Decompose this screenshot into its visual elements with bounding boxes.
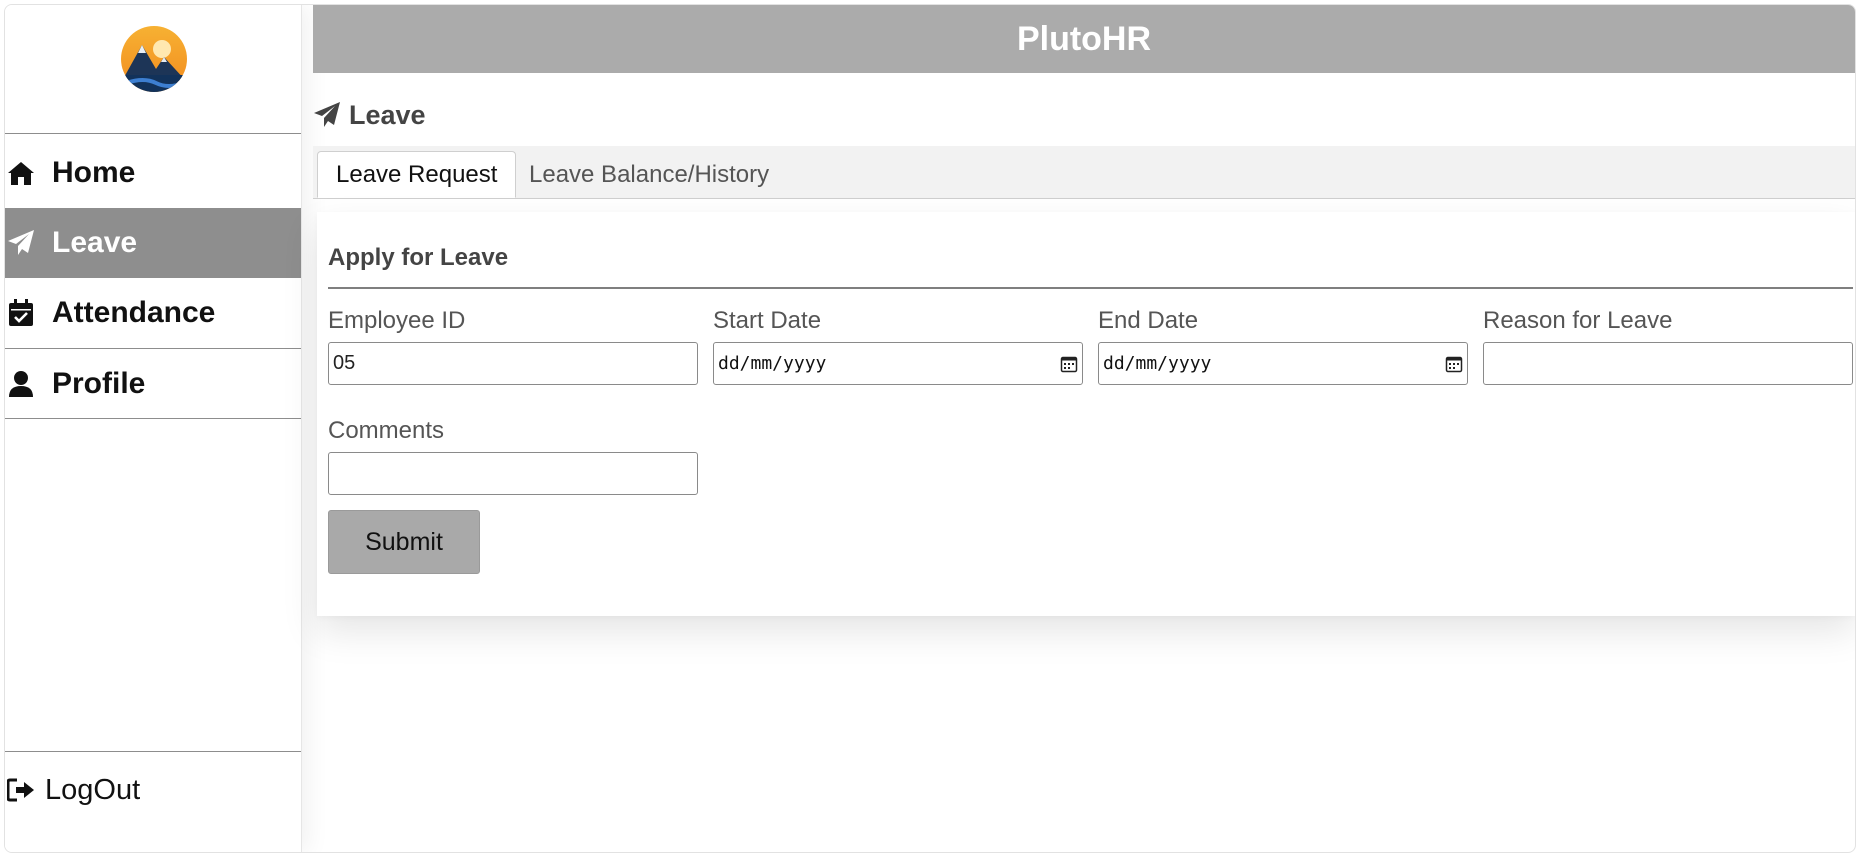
start-date-input[interactable]: dd/mm/yyyy	[713, 342, 1083, 385]
nav-divider	[5, 751, 301, 752]
user-icon	[7, 370, 35, 398]
sidebar-item-label: Profile	[52, 367, 146, 400]
tab-bar: Leave Request Leave Balance/History	[313, 146, 1855, 199]
app-title: PlutoHR	[1016, 19, 1152, 58]
tab-leave-balance-history[interactable]: Leave Balance/History	[529, 151, 769, 198]
calendar-icon[interactable]	[1445, 355, 1463, 373]
sign-out-icon	[7, 778, 35, 802]
sidebar-item-home[interactable]: Home	[5, 138, 301, 208]
comments-input[interactable]	[328, 452, 698, 495]
page-title: Leave	[313, 97, 426, 133]
sidebar: Home Leave Attendance Profile LogOut	[5, 5, 302, 852]
sidebar-item-label: Leave	[52, 226, 138, 259]
form-title: Apply for Leave	[328, 244, 509, 271]
nav-divider	[5, 418, 301, 419]
tab-label: Leave Balance/History	[529, 160, 770, 188]
tab-leave-request[interactable]: Leave Request	[317, 151, 517, 198]
calendar-check-icon	[7, 299, 35, 327]
logout-label: LogOut	[45, 773, 141, 806]
app-window: Home Leave Attendance Profile LogOut Plu…	[4, 4, 1856, 853]
sidebar-item-label: Home	[52, 156, 136, 189]
sidebar-item-leave[interactable]: Leave	[5, 208, 301, 278]
employee-id-input[interactable]: 05	[328, 342, 698, 385]
comments-label: Comments	[328, 417, 445, 444]
page-title-label: Leave	[349, 99, 426, 130]
start-date-placeholder: dd/mm/yyyy	[718, 353, 827, 374]
submit-label: Submit	[365, 527, 443, 556]
end-date-label: End Date	[1098, 307, 1199, 334]
sidebar-item-attendance[interactable]: Attendance	[5, 278, 301, 348]
home-icon	[7, 159, 35, 187]
sidebar-item-profile[interactable]: Profile	[5, 349, 301, 419]
sidebar-item-label: Attendance	[52, 296, 216, 329]
tab-label: Leave Request	[336, 160, 498, 188]
submit-button[interactable]: Submit	[328, 510, 480, 574]
paper-plane-icon	[7, 229, 35, 257]
calendar-icon[interactable]	[1060, 355, 1078, 373]
employee-id-label: Employee ID	[328, 307, 466, 334]
employee-id-value: 05	[333, 352, 356, 374]
logo-icon	[121, 26, 187, 92]
end-date-input[interactable]: dd/mm/yyyy	[1098, 342, 1468, 385]
nav-divider	[5, 133, 301, 134]
form-divider	[328, 287, 1853, 289]
paper-plane-icon	[313, 101, 341, 129]
reason-input[interactable]	[1483, 342, 1853, 385]
end-date-placeholder: dd/mm/yyyy	[1103, 353, 1212, 374]
app-header: PlutoHR	[313, 5, 1855, 73]
leave-form-card: Apply for Leave Employee ID 05 Start Dat…	[317, 212, 1855, 616]
start-date-label: Start Date	[713, 307, 822, 334]
logout-button[interactable]: LogOut	[5, 755, 301, 825]
reason-label: Reason for Leave	[1483, 307, 1673, 334]
